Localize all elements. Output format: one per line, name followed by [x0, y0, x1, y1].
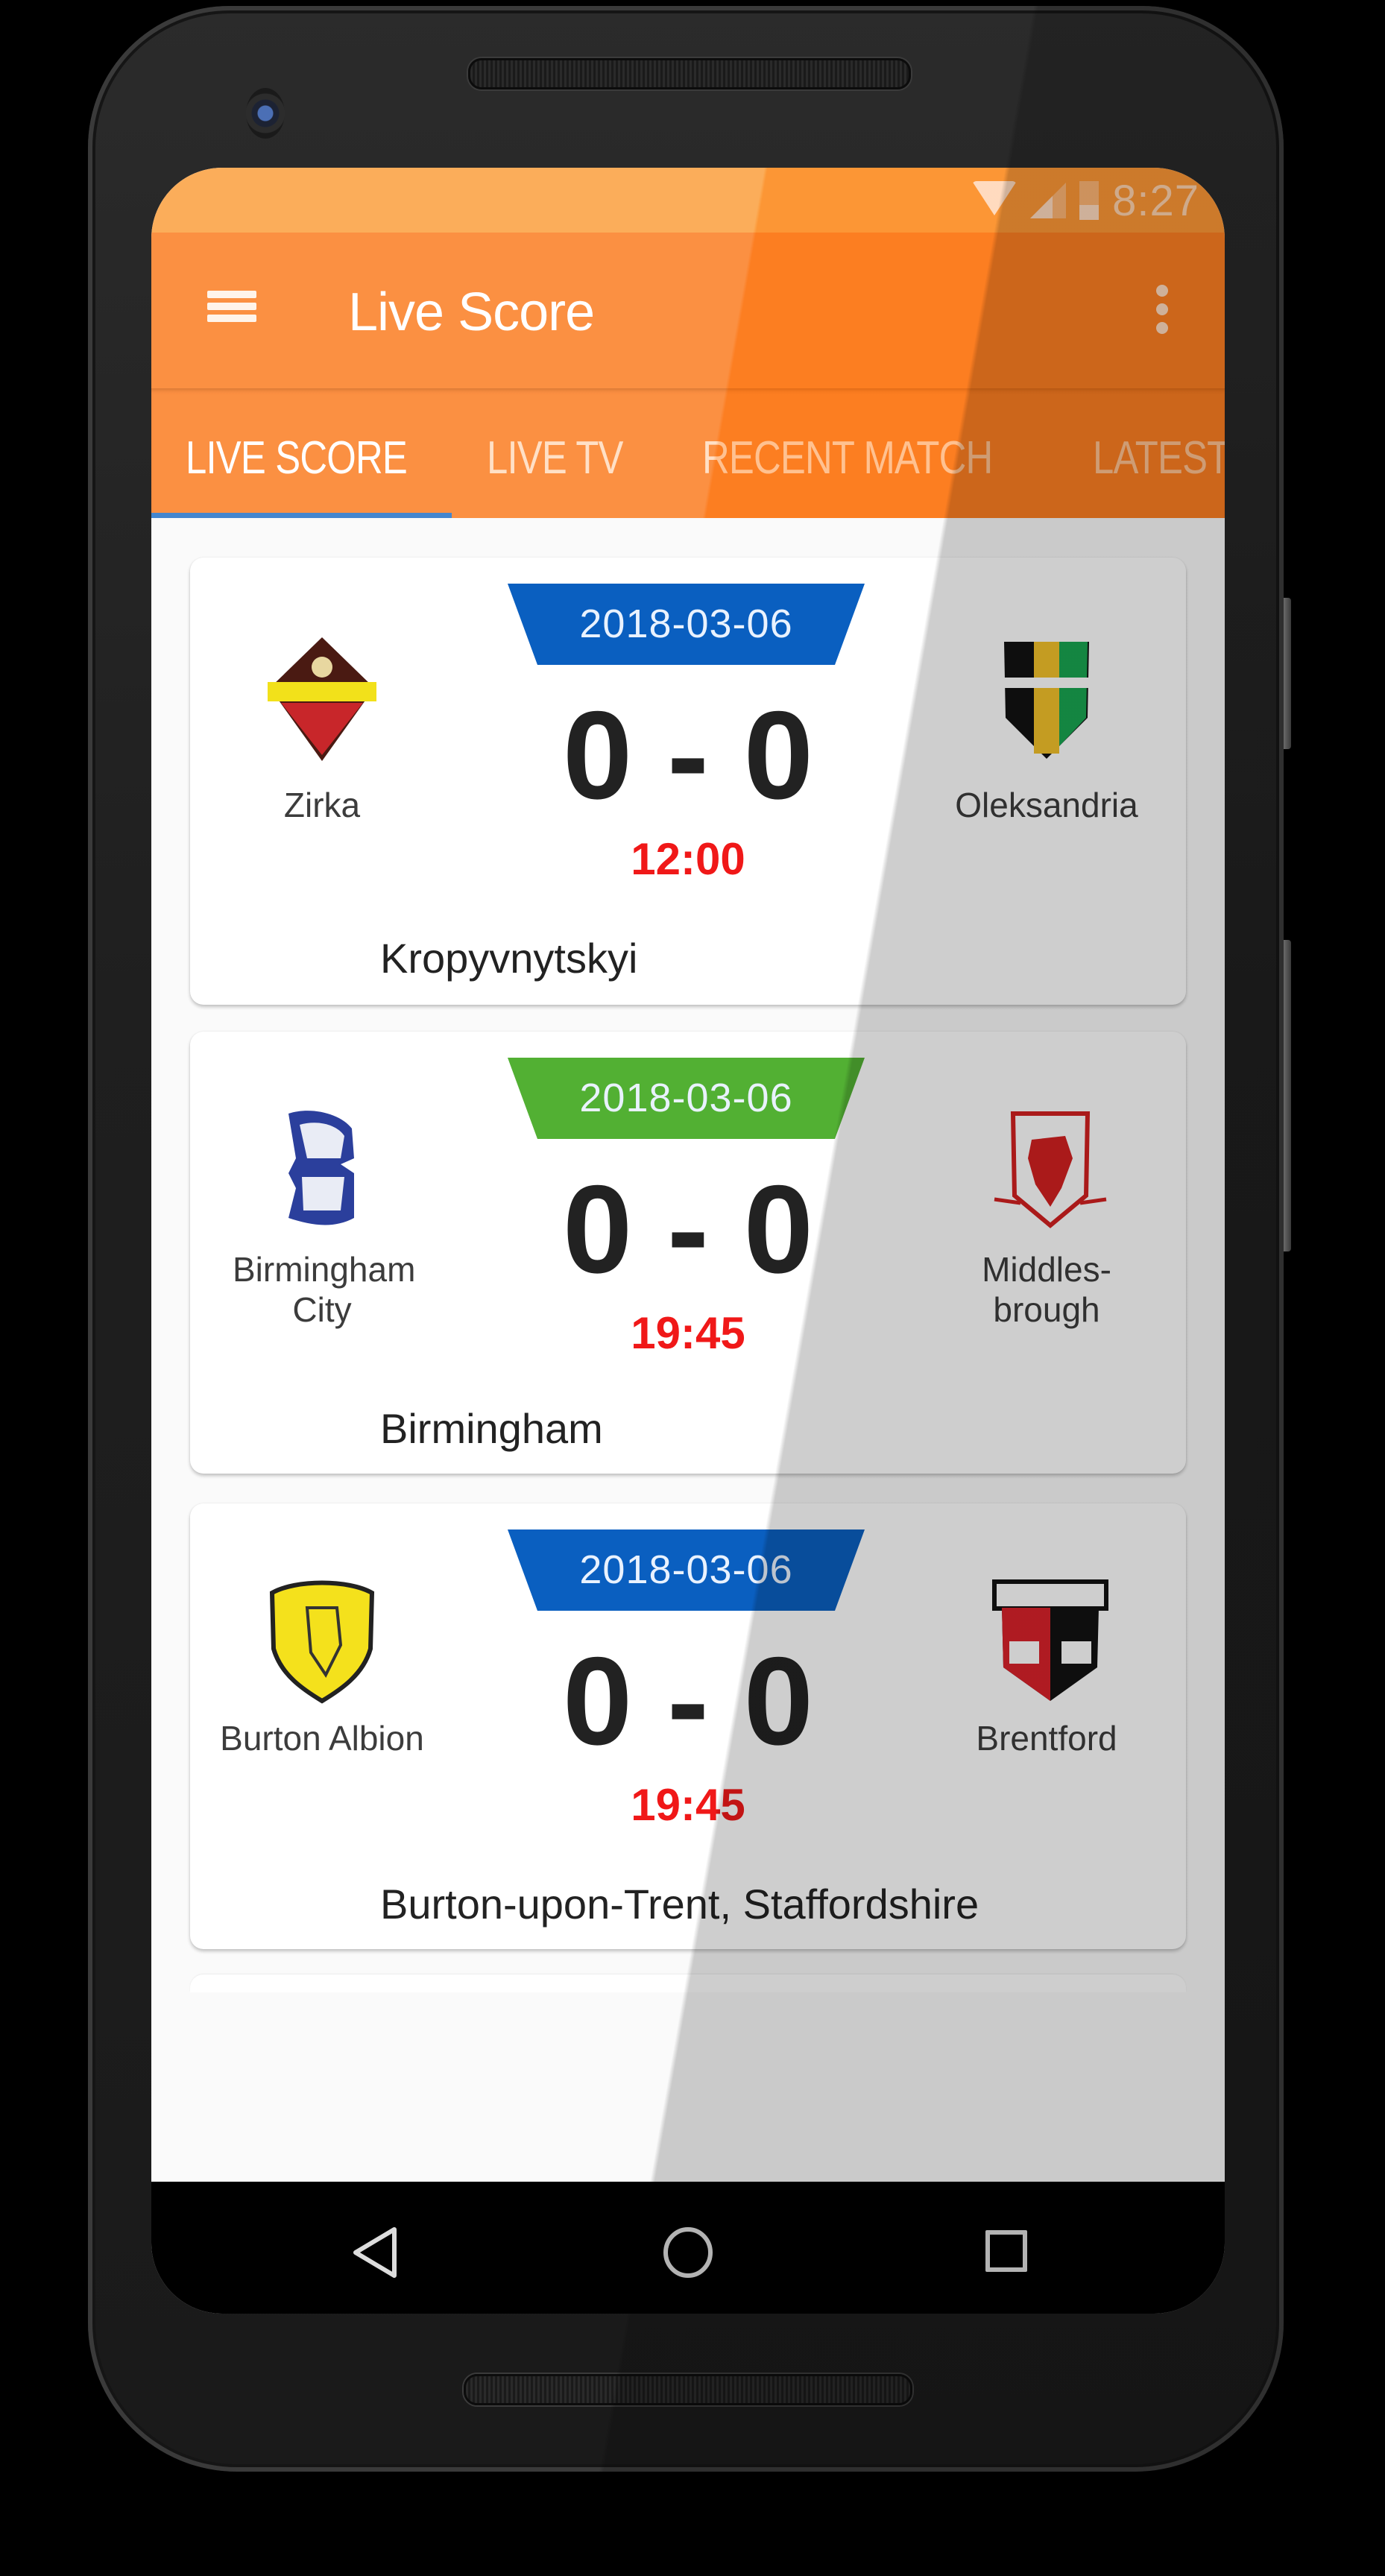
active-tab-indicator: [151, 513, 452, 518]
match-time: 19:45: [631, 1308, 745, 1358]
match-time: 19:45: [631, 1780, 745, 1830]
phone-screen: 8:27 Live Score LIVE SCORE LIVE TV RECEN…: [151, 168, 1225, 2314]
match-time: 12:00: [631, 834, 745, 884]
signal-icon: [1030, 183, 1067, 218]
venue: Kropyvnytskyi: [380, 935, 638, 982]
date-badge: 2018-03-06: [508, 1530, 865, 1611]
power-button: [1284, 598, 1291, 749]
match-card[interactable]: 2018-03-06 Burton Albion 0 - 0 Brentford…: [190, 1503, 1186, 1949]
hamburger-menu-icon[interactable]: [207, 288, 256, 325]
recents-icon[interactable]: [985, 2230, 1027, 2272]
earpiece-speaker: [468, 58, 911, 89]
team-crest-icon: [991, 1106, 1107, 1233]
match-date: 2018-03-06: [579, 602, 793, 646]
status-time: 8:27: [1112, 176, 1199, 225]
away-team[interactable]: Brentford: [935, 1578, 1158, 1758]
tab-live-tv[interactable]: LIVE TV: [487, 432, 623, 484]
match-card[interactable]: [190, 1974, 1186, 1992]
team-crest-icon: [991, 636, 1102, 763]
back-icon[interactable]: [353, 2226, 397, 2279]
tab-latest[interactable]: LATEST: [1093, 432, 1225, 484]
match-list[interactable]: 2018-03-06 Zirka 0 - 0 Oleksandria 12:00…: [151, 518, 1225, 2182]
match-card[interactable]: 2018-03-06 Birmingham City 0 - 0 Middles…: [190, 1032, 1186, 1474]
away-team-name: Oleksandria: [955, 786, 1138, 824]
bottom-speaker: [464, 2374, 912, 2405]
match-card[interactable]: 2018-03-06 Zirka 0 - 0 Oleksandria 12:00…: [190, 558, 1186, 1005]
battery-icon: [1079, 181, 1100, 220]
away-team[interactable]: Oleksandria: [935, 636, 1158, 825]
venue: Birmingham: [380, 1405, 603, 1452]
navigation-bar: [151, 2182, 1225, 2314]
venue: Burton-upon-Trent, Staffordshire: [380, 1881, 979, 1928]
volume-rocker: [1284, 940, 1291, 1251]
date-badge: 2018-03-06: [508, 1058, 865, 1139]
status-bar: 8:27: [151, 168, 1225, 233]
more-vert-icon[interactable]: [1154, 285, 1170, 337]
away-team[interactable]: Middles-brough: [935, 1106, 1158, 1330]
page-title: Live Score: [348, 282, 595, 342]
wifi-icon: [972, 181, 1018, 215]
home-icon[interactable]: [662, 2226, 714, 2279]
tab-recent-match[interactable]: RECENT MATCH: [702, 432, 993, 484]
date-badge: 2018-03-06: [508, 584, 865, 665]
app-bar: Live Score: [151, 233, 1225, 388]
team-crest-icon: [991, 1578, 1108, 1705]
match-date: 2018-03-06: [579, 1547, 793, 1592]
match-date: 2018-03-06: [579, 1076, 793, 1120]
away-team-name: Brentford: [976, 1719, 1117, 1758]
front-camera-icon: [246, 88, 285, 139]
tab-live-score[interactable]: LIVE SCORE: [186, 432, 408, 484]
tab-bar: LIVE SCORE LIVE TV RECENT MATCH LATEST: [151, 388, 1225, 518]
